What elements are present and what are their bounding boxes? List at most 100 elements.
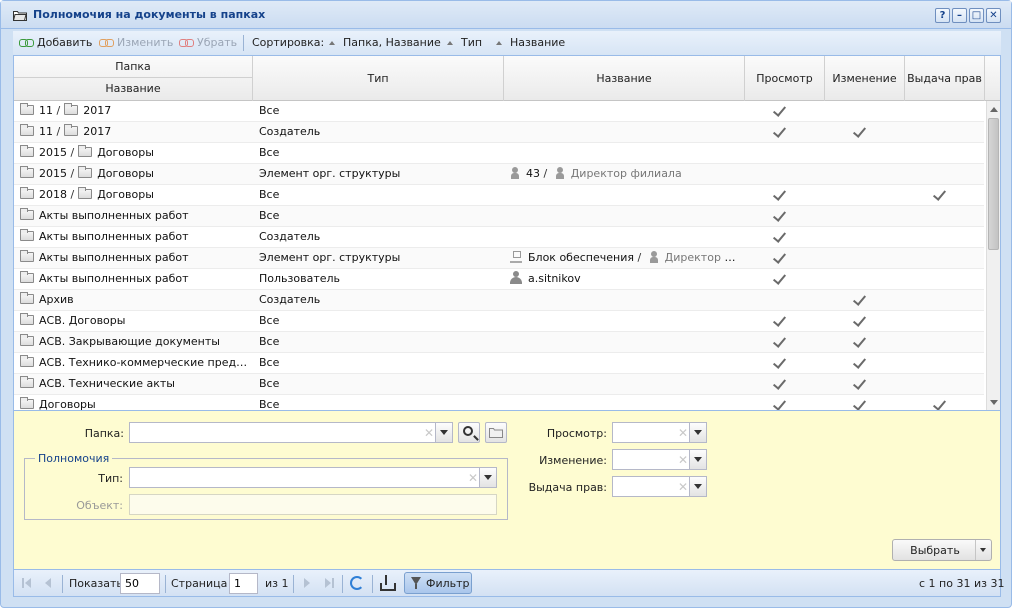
- title-bar: Полномочия на документы в папках ? – □ ✕: [1, 1, 1011, 29]
- type-cell: Пользователь: [259, 272, 341, 285]
- paging-separator: [293, 575, 294, 593]
- folder-path-part: АСВ. Договоры: [39, 314, 126, 327]
- clear-icon[interactable]: ✕: [424, 426, 434, 440]
- folder-cell: Договоры: [20, 395, 250, 411]
- folder-search-button[interactable]: [458, 422, 480, 443]
- change-filter-combo[interactable]: ✕: [612, 449, 707, 470]
- scroll-up-icon[interactable]: [990, 107, 998, 112]
- folder-path-part: 2015: [39, 146, 67, 159]
- table-row[interactable]: 2018 / Договоры Все: [14, 185, 984, 206]
- minimize-button[interactable]: –: [952, 8, 967, 23]
- sort-name-button[interactable]: Название: [496, 35, 565, 51]
- folder-browse-button[interactable]: [485, 422, 507, 443]
- clear-icon[interactable]: ✕: [678, 426, 688, 440]
- folder-cell: 2018 / Договоры: [20, 185, 250, 205]
- folder-icon: [20, 376, 34, 388]
- last-page-icon[interactable]: [323, 577, 335, 589]
- column-view[interactable]: Просмотр: [745, 56, 825, 101]
- filter-toggle-button[interactable]: Фильтр: [404, 572, 472, 594]
- column-folder-name[interactable]: Название: [14, 78, 253, 101]
- folder-path-part: Акты выполненных работ: [39, 251, 189, 264]
- path-separator: /: [67, 146, 75, 159]
- table-row[interactable]: АСВ. Договоры Все: [14, 311, 984, 332]
- paging-summary: с 1 по 31 из 31: [919, 577, 1005, 590]
- column-type[interactable]: Тип: [253, 56, 504, 101]
- first-page-icon[interactable]: [22, 577, 34, 589]
- position-icon: [510, 167, 520, 179]
- sort-folder-button[interactable]: Папка, Название: [329, 35, 441, 51]
- table-row[interactable]: 2015 / Договоры Все: [14, 143, 984, 164]
- column-change[interactable]: Изменение: [825, 56, 905, 101]
- link-remove-icon: [179, 39, 194, 47]
- chevron-down-icon[interactable]: [479, 468, 496, 487]
- folder-cell: Акты выполненных работ: [20, 206, 250, 226]
- table-row[interactable]: Договоры Все: [14, 395, 984, 411]
- close-button[interactable]: ✕: [986, 8, 1001, 23]
- chevron-down-icon[interactable]: [689, 450, 706, 469]
- clear-icon[interactable]: ✕: [468, 471, 478, 485]
- refresh-icon[interactable]: [350, 576, 364, 590]
- check-icon: [852, 355, 868, 371]
- table-row[interactable]: АСВ. Закрывающие документы Все: [14, 332, 984, 353]
- sort-type-button[interactable]: Тип: [447, 35, 482, 51]
- help-button[interactable]: ?: [935, 8, 950, 23]
- remove-button[interactable]: Убрать: [179, 35, 237, 51]
- folder-icon: [64, 103, 79, 115]
- table-row[interactable]: АСВ. Технические акты Все: [14, 374, 984, 395]
- next-page-icon[interactable]: [301, 577, 313, 589]
- folder-filter-combo[interactable]: ✕: [129, 422, 453, 443]
- table-row[interactable]: Акты выполненных работ Создатель: [14, 227, 984, 248]
- add-button[interactable]: Добавить: [19, 35, 92, 51]
- table-row[interactable]: 11 / 2017 Создатель: [14, 122, 984, 143]
- scroll-down-icon[interactable]: [990, 400, 998, 405]
- type-filter-combo[interactable]: ✕: [129, 467, 497, 488]
- folder-icon: [20, 397, 34, 409]
- check-icon: [772, 355, 788, 371]
- column-folder[interactable]: Папка: [14, 56, 253, 78]
- prev-page-icon[interactable]: [42, 577, 54, 589]
- filter-icon-stem: [415, 584, 417, 589]
- table-row[interactable]: Архив Создатель: [14, 290, 984, 311]
- paging-separator: [342, 575, 343, 593]
- grid-scrollbar[interactable]: [986, 101, 1000, 410]
- clear-icon[interactable]: ✕: [678, 480, 688, 494]
- folder-path-part: 2017: [83, 104, 112, 117]
- check-icon: [772, 229, 788, 245]
- table-row[interactable]: АСВ. Технико-коммерческие предлож... Все: [14, 353, 984, 374]
- check-icon: [852, 334, 868, 350]
- table-row[interactable]: Акты выполненных работ Элемент орг. струк…: [14, 248, 984, 269]
- name-cell: 43 / Директор филиала: [510, 164, 742, 184]
- permissions-fieldset: Полномочия Тип: ✕ Объект:: [24, 452, 508, 520]
- page-label: Страница: [171, 577, 228, 590]
- folder-icon: [20, 292, 34, 304]
- page-size-input[interactable]: [120, 573, 160, 594]
- sort-name-label: Название: [510, 36, 566, 49]
- chevron-down-icon[interactable]: [435, 423, 452, 442]
- scroll-thumb[interactable]: [988, 118, 999, 250]
- clear-icon[interactable]: ✕: [678, 453, 688, 467]
- view-filter-combo[interactable]: ✕: [612, 422, 707, 443]
- table-row[interactable]: 11 / 2017 Все: [14, 101, 984, 122]
- edit-button[interactable]: Изменить: [99, 35, 173, 51]
- type-cell: Все: [259, 104, 280, 117]
- chevron-down-icon[interactable]: [975, 540, 991, 560]
- folder-cell: Акты выполненных работ: [20, 269, 250, 289]
- path-separator: /: [67, 167, 75, 180]
- type-cell: Все: [259, 146, 280, 159]
- page-input[interactable]: [229, 573, 258, 594]
- toolbar: Добавить Изменить Убрать Сортировка: Пап…: [13, 31, 1001, 55]
- select-button[interactable]: Выбрать: [892, 539, 992, 561]
- table-row[interactable]: Акты выполненных работ Все: [14, 206, 984, 227]
- export-icon[interactable]: [380, 575, 396, 591]
- table-row[interactable]: 2015 / Договоры Элемент орг. структуры 43 /…: [14, 164, 984, 185]
- maximize-button[interactable]: □: [969, 8, 984, 23]
- chevron-down-icon[interactable]: [689, 423, 706, 442]
- chevron-down-icon[interactable]: [689, 477, 706, 496]
- column-name[interactable]: Название: [504, 56, 745, 101]
- table-row[interactable]: Акты выполненных работ Пользователь a.sitn…: [14, 269, 984, 290]
- grid-body: 11 / 2017 Все 11 / 2017 Создатель 2015 / Догово…: [14, 101, 984, 411]
- check-icon: [772, 271, 788, 287]
- column-grant[interactable]: Выдача прав: [905, 56, 985, 101]
- folder-path-part: Договоры: [39, 398, 96, 411]
- grant-filter-combo[interactable]: ✕: [612, 476, 707, 497]
